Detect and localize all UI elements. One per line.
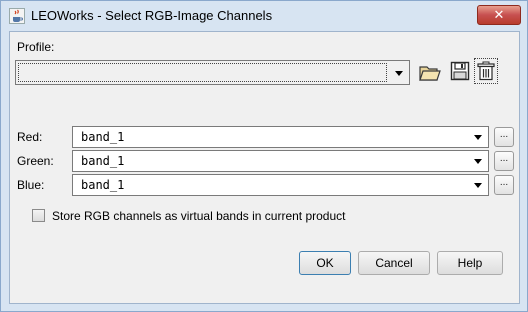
title-bar[interactable]: LEOWorks - Select RGB-Image Channels ✕ <box>1 1 527 31</box>
ellipsis-icon: ... <box>499 177 509 188</box>
ok-button[interactable]: OK <box>299 251 351 275</box>
green-channel-label: Green: <box>17 154 54 168</box>
java-cup-icon <box>9 8 25 24</box>
close-icon: ✕ <box>493 7 505 22</box>
blue-channel-label: Blue: <box>17 178 45 192</box>
dialog-content: Profile: Red: band_1 ... Green: band_1 .… <box>9 31 520 304</box>
green-expression-button[interactable]: ... <box>494 151 514 171</box>
trash-can-icon[interactable] <box>477 61 495 81</box>
chevron-down-icon <box>474 159 482 164</box>
chevron-down-icon <box>474 135 482 140</box>
green-channel-dropdown[interactable]: band_1 <box>72 150 489 172</box>
ellipsis-icon: ... <box>499 153 509 164</box>
folder-open-icon[interactable] <box>419 62 441 82</box>
blue-channel-value: band_1 <box>81 178 125 192</box>
dialog-window: LEOWorks - Select RGB-Image Channels ✕ P… <box>0 0 528 312</box>
help-button[interactable]: Help <box>437 251 503 275</box>
red-expression-button[interactable]: ... <box>494 127 514 147</box>
virtual-bands-label[interactable]: Store RGB channels as virtual bands in c… <box>52 209 345 223</box>
ellipsis-icon: ... <box>499 129 509 140</box>
green-channel-value: band_1 <box>81 154 125 168</box>
cancel-button[interactable]: Cancel <box>358 251 430 275</box>
profile-focus-rect <box>18 63 387 82</box>
red-channel-value: band_1 <box>81 130 125 144</box>
blue-channel-dropdown[interactable]: band_1 <box>72 174 489 196</box>
profile-dropdown[interactable] <box>15 60 410 85</box>
red-channel-dropdown[interactable]: band_1 <box>72 126 489 148</box>
red-channel-label: Red: <box>17 130 43 144</box>
blue-expression-button[interactable]: ... <box>494 175 514 195</box>
chevron-down-icon <box>395 71 403 76</box>
chevron-down-icon <box>474 183 482 188</box>
profile-label: Profile: <box>17 40 55 54</box>
floppy-disk-icon[interactable] <box>450 61 470 81</box>
window-title: LEOWorks - Select RGB-Image Channels <box>31 8 273 23</box>
close-button[interactable]: ✕ <box>477 5 521 25</box>
virtual-bands-checkbox[interactable] <box>32 209 45 222</box>
